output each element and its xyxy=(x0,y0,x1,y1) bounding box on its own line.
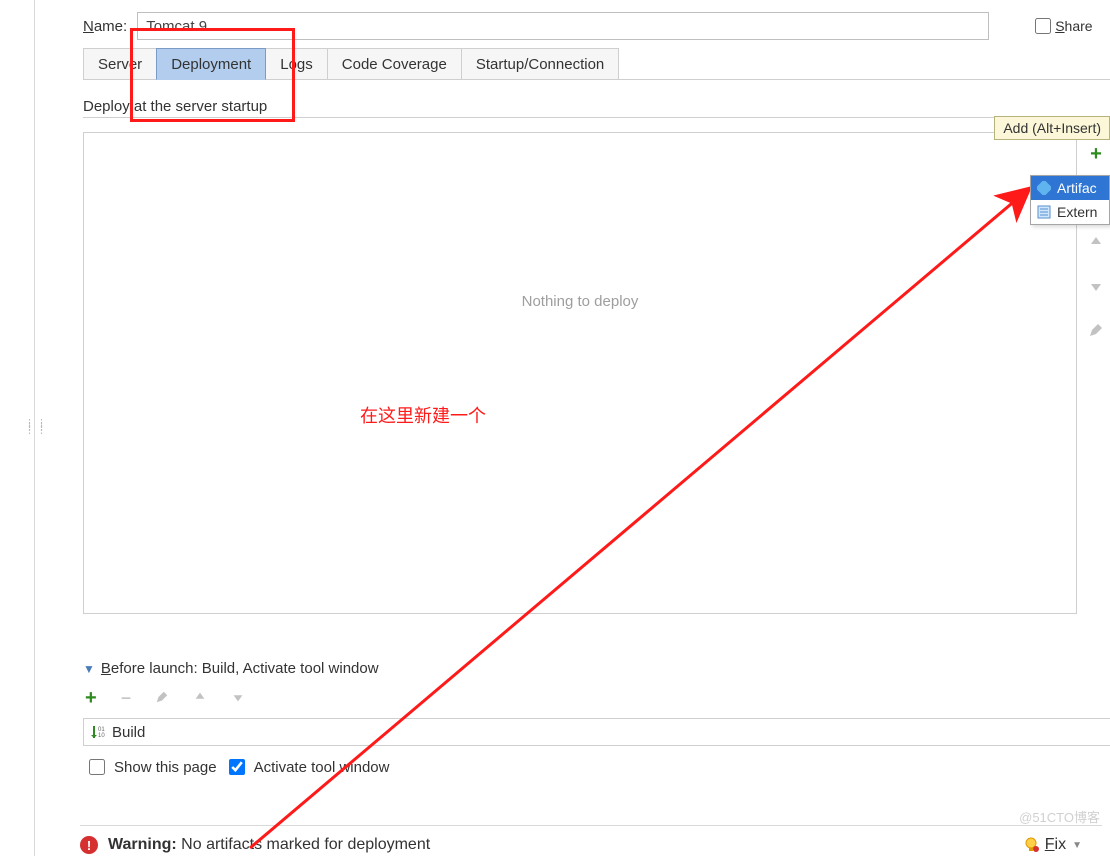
move-up-icon xyxy=(1084,230,1108,254)
tab-server[interactable]: Server xyxy=(83,48,157,79)
main-area: Name: Share Server Deployment Logs Code … xyxy=(45,0,1110,856)
share-checkbox-box[interactable] xyxy=(1035,18,1051,34)
left-gutter: ⋮⋮⋮⋮⋮⋮ xyxy=(0,0,35,856)
bl-up-icon xyxy=(193,688,207,709)
show-page-box[interactable] xyxy=(89,759,105,775)
task-list[interactable]: 01 10 Build xyxy=(83,718,1110,746)
activate-box[interactable] xyxy=(229,759,245,775)
build-icon: 01 10 xyxy=(90,724,106,740)
bl-down-icon xyxy=(231,688,245,709)
tab-logs[interactable]: Logs xyxy=(265,48,328,79)
watermark: @51CTO博客 xyxy=(1019,807,1100,826)
name-input[interactable] xyxy=(137,12,989,40)
tab-bar: Server Deployment Logs Code Coverage Sta… xyxy=(83,48,1110,80)
expand-icon[interactable]: ▼ xyxy=(83,662,95,676)
bl-edit-icon xyxy=(155,688,169,709)
bl-remove-button: − xyxy=(121,688,132,709)
warning-bar: ! Warning: No artifacts marked for deplo… xyxy=(80,825,1102,854)
chevron-down-icon: ▼ xyxy=(1072,840,1082,851)
annotation-text: 在这里新建一个 xyxy=(360,402,486,428)
task-build-label: Build xyxy=(112,724,145,741)
divider xyxy=(83,117,1110,118)
fix-button[interactable]: Fix ▼ xyxy=(1023,836,1086,854)
show-page-checkbox[interactable]: Show this page xyxy=(85,756,217,778)
svg-text:10: 10 xyxy=(98,733,105,739)
deploy-section-title: Deploy at the server startup xyxy=(83,98,1110,115)
name-label: Name: xyxy=(83,18,127,35)
deploy-section: Deploy at the server startup Nothing to … xyxy=(83,80,1110,614)
before-launch-toolbar: + − xyxy=(83,687,1110,710)
tab-startup-connection[interactable]: Startup/Connection xyxy=(461,48,619,79)
empty-message: Nothing to deploy xyxy=(522,293,639,310)
deploy-list[interactable]: Nothing to deploy xyxy=(83,132,1077,614)
name-row: Name: Share xyxy=(45,0,1110,48)
warning-icon: ! xyxy=(80,836,98,854)
collapse-handle-icon[interactable]: ⋮⋮⋮⋮⋮⋮ xyxy=(24,423,32,445)
activate-tool-window-checkbox[interactable]: Activate tool window xyxy=(225,756,390,778)
add-button[interactable]: + xyxy=(1084,142,1108,166)
tab-code-coverage[interactable]: Code Coverage xyxy=(327,48,462,79)
move-down-icon xyxy=(1084,274,1108,298)
before-launch-header[interactable]: ▼ Before launch: Build, Activate tool wi… xyxy=(83,660,1110,677)
popup-item-artifact[interactable]: Artifac xyxy=(1031,176,1109,200)
bl-add-button[interactable]: + xyxy=(85,687,97,710)
share-checkbox[interactable]: Share xyxy=(1031,15,1092,37)
artifact-icon xyxy=(1037,181,1051,195)
add-popup-menu: Artifac Extern xyxy=(1030,175,1110,225)
tab-deployment[interactable]: Deployment xyxy=(156,48,266,80)
bulb-icon xyxy=(1023,837,1039,853)
external-icon xyxy=(1037,205,1051,219)
edit-icon xyxy=(1084,318,1108,342)
add-tooltip: Add (Alt+Insert) xyxy=(994,116,1110,140)
popup-item-external[interactable]: Extern xyxy=(1031,200,1109,224)
before-launch-section: ▼ Before launch: Build, Activate tool wi… xyxy=(83,660,1110,778)
warning-text: Warning: No artifacts marked for deploym… xyxy=(108,836,430,854)
